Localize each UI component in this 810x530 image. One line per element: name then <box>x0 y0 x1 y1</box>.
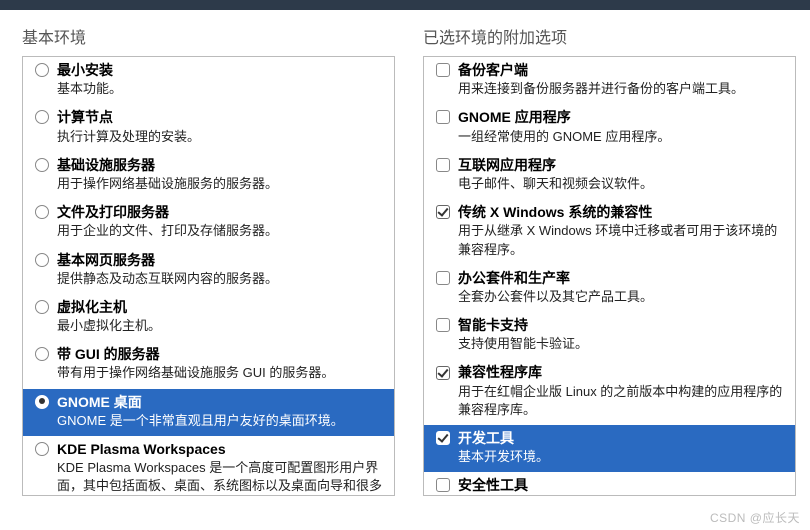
env-item[interactable]: 文件及打印服务器用于企业的文件、打印及存储服务器。 <box>23 199 394 246</box>
item-desc: 电子邮件、聊天和视频会议软件。 <box>436 174 787 193</box>
item-row: GNOME 应用程序 <box>436 108 787 126</box>
item-label: 兼容性程序库 <box>458 363 542 381</box>
addon-item[interactable]: 开发工具基本开发环境。 <box>424 425 795 472</box>
env-item[interactable]: KDE Plasma WorkspacesKDE Plasma Workspac… <box>23 436 394 496</box>
checkbox-icon[interactable] <box>436 366 450 380</box>
checkbox-icon[interactable] <box>436 158 450 172</box>
checkbox-icon[interactable] <box>436 63 450 77</box>
env-item[interactable]: 基本网页服务器提供静态及动态互联网内容的服务器。 <box>23 247 394 294</box>
item-desc: 一组经常使用的 GNOME 应用程序。 <box>436 127 787 146</box>
item-row: 基础设施服务器 <box>35 156 386 174</box>
item-label: 开发工具 <box>458 429 514 447</box>
item-row: 备份客户端 <box>436 61 787 79</box>
item-row: 最小安装 <box>35 61 386 79</box>
checkbox-icon[interactable] <box>436 110 450 124</box>
item-row: 办公套件和生产率 <box>436 269 787 287</box>
item-desc: KDE Plasma Workspaces 是一个高度可配置图形用户界面，其中包… <box>35 458 386 496</box>
item-label: 计算节点 <box>57 108 113 126</box>
addon-item[interactable]: 传统 X Windows 系统的兼容性用于从继承 X Windows 环境中迁移… <box>424 199 795 265</box>
checkbox-icon[interactable] <box>436 431 450 445</box>
item-label: 传统 X Windows 系统的兼容性 <box>458 203 652 221</box>
item-desc: 用于在红帽企业版 Linux 的之前版本中构建的应用程序的兼容程序库。 <box>436 382 787 419</box>
radio-icon[interactable] <box>35 63 49 77</box>
item-label: 基础设施服务器 <box>57 156 155 174</box>
item-label: 备份客户端 <box>458 61 528 79</box>
radio-icon[interactable] <box>35 253 49 267</box>
item-row: 智能卡支持 <box>436 316 787 334</box>
env-item[interactable]: 计算节点执行计算及处理的安装。 <box>23 104 394 151</box>
item-desc: 基本功能。 <box>35 79 386 98</box>
item-desc: GNOME 是一个非常直观且用户友好的桌面环境。 <box>35 411 386 430</box>
checkbox-icon[interactable] <box>436 205 450 219</box>
env-item[interactable]: 基础设施服务器用于操作网络基础设施服务的服务器。 <box>23 152 394 199</box>
item-row: 传统 X Windows 系统的兼容性 <box>436 203 787 221</box>
watermark-text: CSDN @应长天 <box>710 509 800 526</box>
item-row: 带 GUI 的服务器 <box>35 345 386 363</box>
item-desc: 基本开发环境。 <box>436 447 787 466</box>
item-label: 带 GUI 的服务器 <box>57 345 160 363</box>
item-desc: 用于操作网络基础设施服务的服务器。 <box>35 174 386 193</box>
item-desc: 全套办公套件以及其它产品工具。 <box>436 287 787 306</box>
item-desc: 支持使用智能卡验证。 <box>436 334 787 353</box>
item-desc: 执行计算及处理的安装。 <box>35 127 386 146</box>
item-label: 虚拟化主机 <box>57 298 127 316</box>
env-item[interactable]: 虚拟化主机最小虚拟化主机。 <box>23 294 394 341</box>
item-label: GNOME 应用程序 <box>458 108 571 126</box>
item-label: 智能卡支持 <box>458 316 528 334</box>
radio-icon[interactable] <box>35 110 49 124</box>
item-desc: 最小虚拟化主机。 <box>35 316 386 335</box>
addon-item[interactable]: 兼容性程序库用于在红帽企业版 Linux 的之前版本中构建的应用程序的兼容程序库… <box>424 359 795 425</box>
item-label: 安全性工具 <box>458 476 528 494</box>
item-row: 虚拟化主机 <box>35 298 386 316</box>
base-env-list: 最小安装基本功能。计算节点执行计算及处理的安装。基础设施服务器用于操作网络基础设… <box>22 56 395 496</box>
item-desc: 用于从继承 X Windows 环境中迁移或者可用于该环境的兼容程序。 <box>436 221 787 258</box>
env-item[interactable]: 带 GUI 的服务器带有用于操作网络基础设施服务 GUI 的服务器。 <box>23 341 394 388</box>
addon-item[interactable]: 智能卡支持支持使用智能卡验证。 <box>424 312 795 359</box>
item-desc: 用于完整性和可信验证的安全性工具。 <box>436 495 787 496</box>
item-label: 最小安装 <box>57 61 113 79</box>
item-row: GNOME 桌面 <box>35 393 386 411</box>
right-pane-title: 已选环境的附加选项 <box>423 24 796 48</box>
item-row: 计算节点 <box>35 108 386 126</box>
item-row: KDE Plasma Workspaces <box>35 440 386 458</box>
item-desc: 用于企业的文件、打印及存储服务器。 <box>35 221 386 240</box>
radio-icon[interactable] <box>35 442 49 456</box>
item-label: 互联网应用程序 <box>458 156 556 174</box>
item-row: 基本网页服务器 <box>35 251 386 269</box>
right-pane: 已选环境的附加选项 备份客户端用来连接到备份服务器并进行备份的客户端工具。GNO… <box>405 10 806 510</box>
item-label: KDE Plasma Workspaces <box>57 440 226 458</box>
addon-item[interactable]: 备份客户端用来连接到备份服务器并进行备份的客户端工具。 <box>424 57 795 104</box>
addon-item[interactable]: 安全性工具用于完整性和可信验证的安全性工具。 <box>424 472 795 496</box>
item-row: 安全性工具 <box>436 476 787 494</box>
addon-item[interactable]: GNOME 应用程序一组经常使用的 GNOME 应用程序。 <box>424 104 795 151</box>
item-row: 互联网应用程序 <box>436 156 787 174</box>
item-desc: 带有用于操作网络基础设施服务 GUI 的服务器。 <box>35 363 386 382</box>
item-label: 文件及打印服务器 <box>57 203 169 221</box>
item-desc: 用来连接到备份服务器并进行备份的客户端工具。 <box>436 79 787 98</box>
left-pane-title: 基本环境 <box>22 24 395 48</box>
env-item[interactable]: 最小安装基本功能。 <box>23 57 394 104</box>
radio-icon[interactable] <box>35 205 49 219</box>
radio-icon[interactable] <box>35 347 49 361</box>
addon-item[interactable]: 办公套件和生产率全套办公套件以及其它产品工具。 <box>424 265 795 312</box>
addon-list: 备份客户端用来连接到备份服务器并进行备份的客户端工具。GNOME 应用程序一组经… <box>423 56 796 496</box>
item-label: GNOME 桌面 <box>57 393 142 411</box>
item-row: 兼容性程序库 <box>436 363 787 381</box>
checkbox-icon[interactable] <box>436 478 450 492</box>
item-desc: 提供静态及动态互联网内容的服务器。 <box>35 269 386 288</box>
item-row: 文件及打印服务器 <box>35 203 386 221</box>
item-row: 开发工具 <box>436 429 787 447</box>
item-label: 办公套件和生产率 <box>458 269 570 287</box>
addon-item[interactable]: 互联网应用程序电子邮件、聊天和视频会议软件。 <box>424 152 795 199</box>
main-container: 基本环境 最小安装基本功能。计算节点执行计算及处理的安装。基础设施服务器用于操作… <box>0 10 810 510</box>
env-item[interactable]: GNOME 桌面GNOME 是一个非常直观且用户友好的桌面环境。 <box>23 389 394 436</box>
window-titlebar <box>0 0 810 10</box>
checkbox-icon[interactable] <box>436 318 450 332</box>
item-label: 基本网页服务器 <box>57 251 155 269</box>
radio-icon[interactable] <box>35 158 49 172</box>
left-pane: 基本环境 最小安装基本功能。计算节点执行计算及处理的安装。基础设施服务器用于操作… <box>4 10 405 510</box>
radio-icon[interactable] <box>35 395 49 409</box>
checkbox-icon[interactable] <box>436 271 450 285</box>
radio-icon[interactable] <box>35 300 49 314</box>
